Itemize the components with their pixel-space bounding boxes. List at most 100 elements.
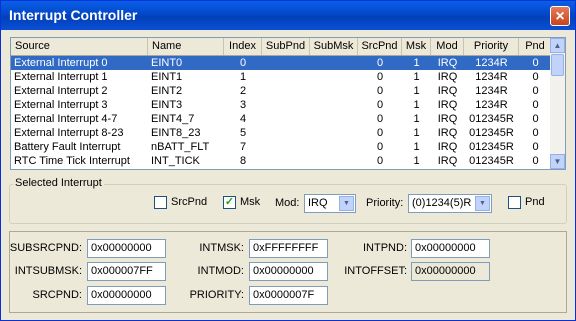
scroll-up-arrow-icon: ▲ — [553, 41, 562, 50]
cell-msk: 1 — [413, 99, 420, 111]
intmsk-field[interactable]: 0xFFFFFFFF — [249, 239, 328, 258]
interrupt-list[interactable]: Source Name Index SubPnd SubMsk SrcPnd M… — [10, 37, 566, 170]
cell-priority: 012345R — [469, 113, 514, 125]
cell-name: EINT8_23 — [151, 127, 201, 139]
cell-priority: 1234R — [475, 57, 508, 69]
cell-srcpnd: 0 — [376, 57, 384, 69]
cell-subpnd — [262, 98, 310, 112]
cell-srcpnd: 0 — [376, 113, 384, 125]
pnd-checkbox[interactable] — [508, 196, 521, 209]
cell-source: External Interrupt 8-23 — [14, 127, 124, 139]
column-header-pnd[interactable]: Pnd — [519, 38, 552, 55]
intpnd-field[interactable]: 0x00000000 — [411, 239, 490, 258]
cell-subpnd — [262, 140, 310, 154]
table-row[interactable]: External Interrupt 2 EINT2 2 0 1 IRQ 1234R 0 — [11, 84, 552, 98]
intmod-field[interactable]: 0x00000000 — [249, 262, 328, 281]
interrupt-controller-window: Interrupt Controller × Source Name Index… — [0, 0, 576, 321]
srcpnd-field[interactable]: 0x00000000 — [87, 286, 166, 305]
cell-source: External Interrupt 2 — [14, 85, 108, 97]
cell-name: EINT2 — [151, 85, 183, 97]
cell-source: External Interrupt 1 — [14, 71, 108, 83]
cell-priority: 012345R — [469, 141, 514, 153]
column-header-name[interactable]: Name — [148, 38, 224, 55]
cell-mod: IRQ — [437, 155, 458, 167]
cell-srcpnd: 0 — [376, 127, 384, 139]
cell-index: 3 — [239, 99, 247, 111]
cell-srcpnd: 0 — [376, 99, 384, 111]
msk-label[interactable]: Msk — [240, 196, 260, 208]
cell-submsk — [310, 56, 358, 70]
cell-srcpnd: 0 — [376, 85, 384, 97]
cell-subpnd — [262, 154, 310, 168]
cell-pnd: 0 — [532, 113, 539, 125]
table-row[interactable]: External Interrupt 1 EINT1 1 0 1 IRQ 1234R 0 — [11, 70, 552, 84]
cell-subpnd — [262, 70, 310, 84]
srcpnd-checkbox[interactable] — [154, 196, 167, 209]
cell-msk: 1 — [413, 71, 420, 83]
cell-index: 7 — [239, 141, 247, 153]
cell-priority: 012345R — [469, 127, 514, 139]
table-row[interactable]: External Interrupt 0 EINT0 0 0 1 IRQ 1234R 0 — [11, 56, 552, 70]
intpnd-label: INTPND: — [363, 242, 407, 254]
scroll-thumb[interactable] — [551, 54, 564, 76]
cell-name: EINT1 — [151, 71, 183, 83]
cell-msk: 1 — [413, 57, 420, 69]
cell-priority: 1234R — [475, 85, 508, 97]
selected-interrupt-label: Selected Interrupt — [13, 177, 104, 189]
column-header-submsk[interactable]: SubMsk — [310, 38, 358, 55]
cell-source: External Interrupt 0 — [14, 57, 108, 69]
column-header-source[interactable]: Source — [11, 38, 148, 55]
cell-submsk — [310, 154, 358, 168]
cell-pnd: 0 — [532, 71, 539, 83]
column-header-srcpnd[interactable]: SrcPnd — [358, 38, 402, 55]
cell-pnd: 0 — [532, 57, 539, 69]
srcpnd-label[interactable]: SrcPnd — [171, 196, 207, 208]
priority-select[interactable]: (0)1234(5)R ▼ — [408, 194, 492, 213]
cell-priority: 1234R — [475, 99, 508, 111]
column-header-subpnd[interactable]: SubPnd — [262, 38, 310, 55]
cell-subpnd — [262, 84, 310, 98]
scroll-down-button[interactable]: ▼ — [550, 154, 565, 169]
close-button[interactable]: × — [550, 6, 570, 26]
table-row[interactable]: External Interrupt 3 EINT3 3 0 1 IRQ 1234R 0 — [11, 98, 552, 112]
table-row[interactable]: External Interrupt 8-23 EINT8_23 5 0 1 IRQ 012… — [11, 126, 552, 140]
table-row[interactable]: RTC Time Tick Interrupt INT_TICK 8 0 1 IRQ 012… — [11, 154, 552, 168]
mod-label: Mod: — [275, 197, 300, 209]
intmod-label: INTMOD: — [197, 265, 244, 277]
cell-msk: 1 — [413, 155, 420, 167]
cell-source: Battery Fault Interrupt — [14, 141, 121, 153]
mod-select[interactable]: IRQ ▼ — [304, 194, 356, 213]
column-header-mod[interactable]: Mod — [431, 38, 464, 55]
cell-mod: IRQ — [437, 113, 458, 125]
pnd-label[interactable]: Pnd — [525, 196, 545, 208]
cell-mod: IRQ — [437, 57, 458, 69]
column-header-msk[interactable]: Msk — [402, 38, 431, 55]
chevron-down-icon[interactable]: ▼ — [475, 196, 490, 211]
cell-submsk — [310, 140, 358, 154]
title-bar[interactable]: Interrupt Controller × — [1, 1, 575, 30]
intsubmsk-field[interactable]: 0x000007FF — [87, 262, 166, 281]
priority-field[interactable]: 0x0000007F — [249, 286, 328, 305]
cell-mod: IRQ — [437, 71, 458, 83]
chevron-down-icon[interactable]: ▼ — [339, 196, 354, 211]
column-header-index[interactable]: Index — [224, 38, 262, 55]
scroll-up-button[interactable]: ▲ — [550, 38, 565, 53]
msk-checkbox[interactable]: ✓ — [223, 196, 236, 209]
checkmark-icon: ✓ — [224, 196, 235, 208]
close-icon: × — [555, 8, 565, 25]
cell-index: 0 — [239, 57, 247, 69]
srcpnd-reg-label: SRCPND: — [32, 289, 82, 301]
priority-reg-label: PRIORITY: — [189, 289, 244, 301]
cell-submsk — [310, 112, 358, 126]
column-header-priority[interactable]: Priority — [464, 38, 519, 55]
cell-name: EINT3 — [151, 99, 183, 111]
mod-select-value: IRQ — [308, 197, 328, 209]
list-vertical-scrollbar[interactable]: ▲ ▼ — [550, 38, 565, 169]
subsrcpnd-field[interactable]: 0x00000000 — [87, 239, 166, 258]
cell-submsk — [310, 126, 358, 140]
priority-label: Priority: — [366, 197, 404, 209]
cell-msk: 1 — [413, 113, 420, 125]
table-row[interactable]: Battery Fault Interrupt nBATT_FLT 7 0 1 IRQ 01… — [11, 140, 552, 154]
intsubmsk-label: INTSUBMSK: — [14, 265, 82, 277]
table-row[interactable]: External Interrupt 4-7 EINT4_7 4 0 1 IRQ 01234… — [11, 112, 552, 126]
